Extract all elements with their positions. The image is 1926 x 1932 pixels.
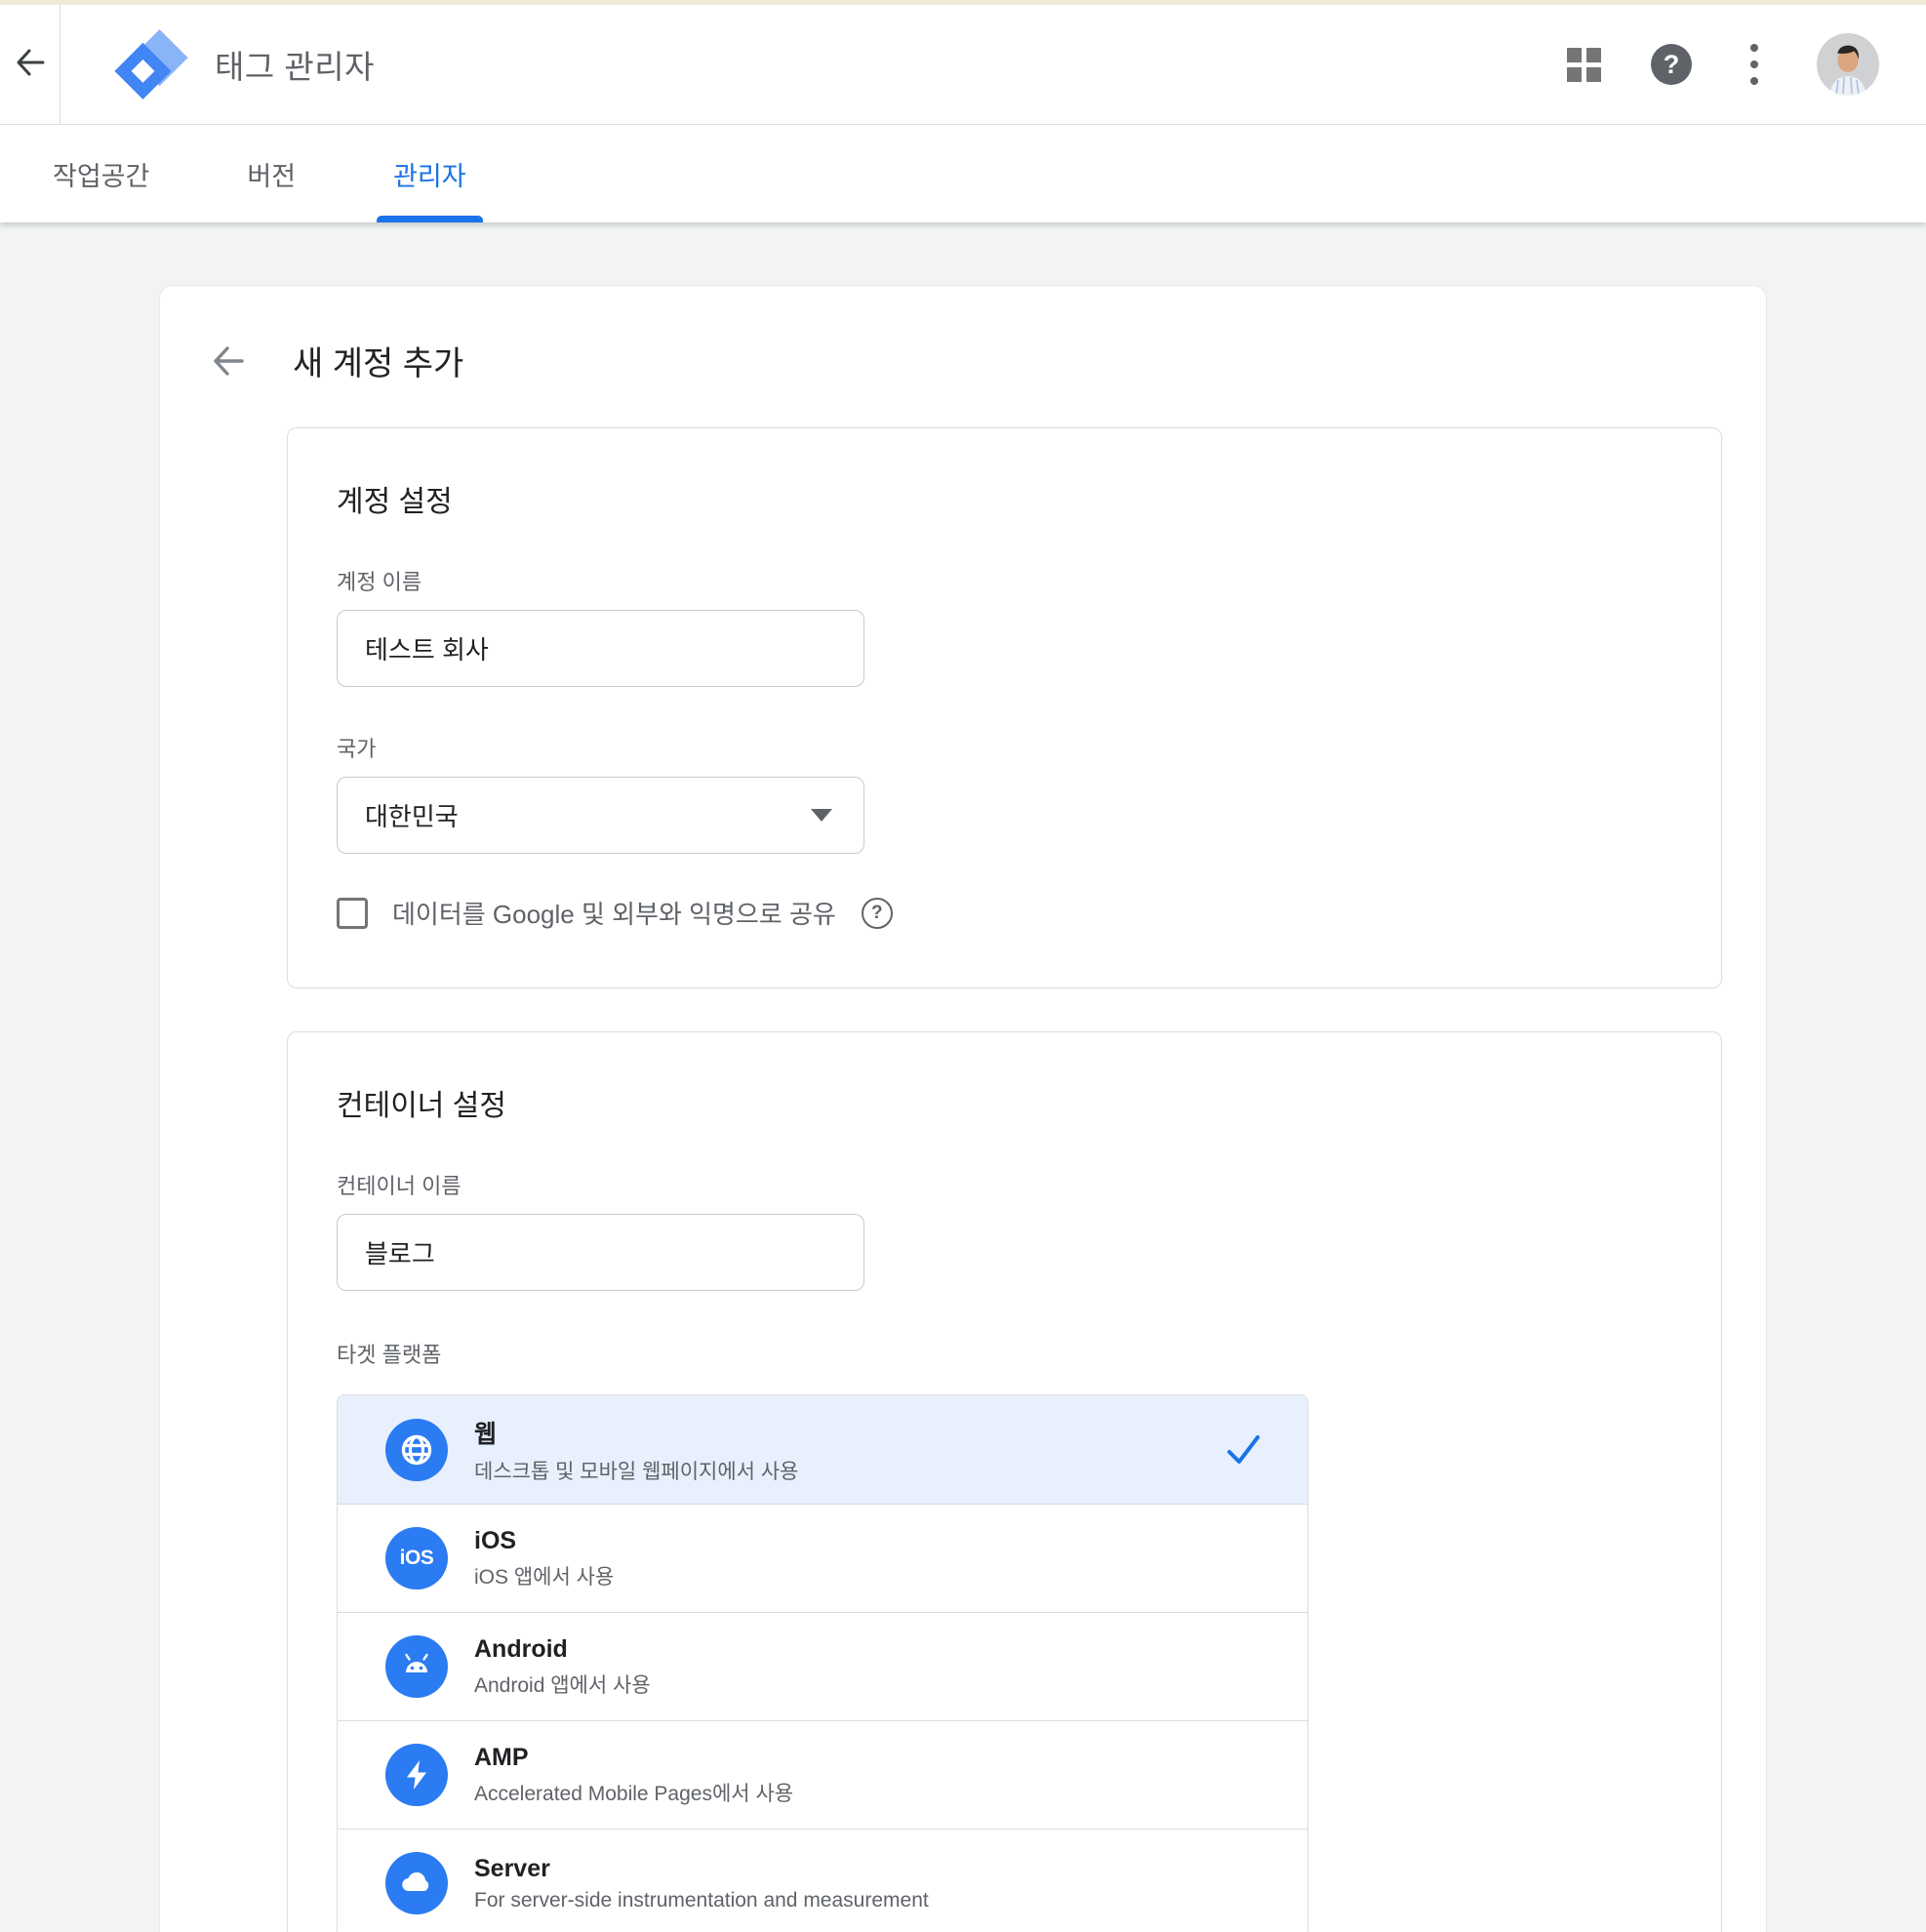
country-selected-value: 대한민국 (365, 797, 811, 833)
tab-admin[interactable]: 관리자 (393, 125, 466, 222)
platform-row-amp[interactable]: AMP Accelerated Mobile Pages에서 사용 (338, 1720, 1307, 1829)
selected-check-icon (1222, 1429, 1264, 1471)
tab-versions[interactable]: 버전 (247, 125, 296, 222)
more-options-icon[interactable] (1743, 40, 1766, 89)
cloud-icon (385, 1852, 448, 1914)
primary-tabbar: 작업공간 버전 관리자 (0, 125, 1926, 222)
page-background: 새 계정 추가 계정 설정 계정 이름 국가 대한민국 데이터를 Google … (0, 222, 1926, 1932)
tab-workspace[interactable]: 작업공간 (53, 125, 149, 222)
amp-icon (385, 1744, 448, 1806)
account-name-label: 계정 이름 (337, 565, 1672, 596)
container-section-title: 컨테이너 설정 (337, 1081, 1672, 1124)
target-platform-label: 타겟 플랫폼 (337, 1338, 1672, 1369)
platform-name: AMP (474, 1744, 1307, 1772)
platform-name: Server (474, 1855, 1307, 1883)
android-icon (385, 1635, 448, 1698)
account-name-input[interactable] (337, 610, 864, 687)
back-arrow-icon (210, 342, 247, 380)
add-account-card: 새 계정 추가 계정 설정 계정 이름 국가 대한민국 데이터를 Google … (159, 285, 1767, 1932)
platform-row-server[interactable]: Server For server-side instrumentation a… (338, 1829, 1307, 1932)
card-back-button[interactable] (209, 342, 248, 381)
platform-row-android[interactable]: Android Android 앱에서 사용 (338, 1612, 1307, 1720)
container-name-input[interactable] (337, 1214, 864, 1291)
platform-row-ios[interactable]: iOS iOS iOS 앱에서 사용 (338, 1504, 1307, 1612)
platform-desc: For server-side instrumentation and meas… (474, 1889, 1307, 1912)
platform-name: 웹 (474, 1415, 1222, 1450)
platform-desc: Accelerated Mobile Pages에서 사용 (474, 1778, 1307, 1807)
help-icon[interactable]: ? (1651, 44, 1692, 85)
account-settings-section: 계정 설정 계정 이름 국가 대한민국 데이터를 Google 및 외부와 익명… (287, 427, 1722, 988)
container-settings-section: 컨테이너 설정 컨테이너 이름 타겟 플랫폼 웹 데스크톱 및 모 (287, 1031, 1722, 1932)
account-section-title: 계정 설정 (337, 477, 1672, 520)
user-avatar[interactable] (1817, 33, 1879, 96)
platform-desc: Android 앱에서 사용 (474, 1670, 1307, 1699)
header-back-button[interactable] (0, 5, 60, 124)
chevron-down-icon (811, 809, 832, 822)
share-data-checkbox[interactable] (337, 898, 368, 929)
app-title: 태그 관리자 (215, 41, 375, 88)
country-label: 국가 (337, 732, 1672, 763)
platform-name: iOS (474, 1527, 1307, 1555)
container-name-label: 컨테이너 이름 (337, 1169, 1672, 1200)
share-data-label: 데이터를 Google 및 외부와 익명으로 공유 (392, 895, 836, 931)
ios-icon: iOS (385, 1527, 448, 1590)
share-data-help-icon[interactable]: ? (862, 898, 893, 929)
apps-grid-icon[interactable] (1567, 48, 1600, 81)
country-select[interactable]: 대한민국 (337, 777, 864, 854)
platform-desc: iOS 앱에서 사용 (474, 1561, 1307, 1590)
app-header: 태그 관리자 ? (0, 5, 1926, 125)
page-title: 새 계정 추가 (293, 337, 463, 384)
back-arrow-icon (14, 46, 47, 84)
target-platform-list: 웹 데스크톱 및 모바일 웹페이지에서 사용 iOS iOS iOS 앱에서 사… (337, 1394, 1308, 1932)
platform-desc: 데스크톱 및 모바일 웹페이지에서 사용 (474, 1456, 1222, 1485)
globe-icon (385, 1419, 448, 1481)
platform-name: Android (474, 1635, 1307, 1664)
platform-row-web[interactable]: 웹 데스크톱 및 모바일 웹페이지에서 사용 (338, 1395, 1307, 1504)
tag-manager-logo-icon (111, 24, 191, 104)
